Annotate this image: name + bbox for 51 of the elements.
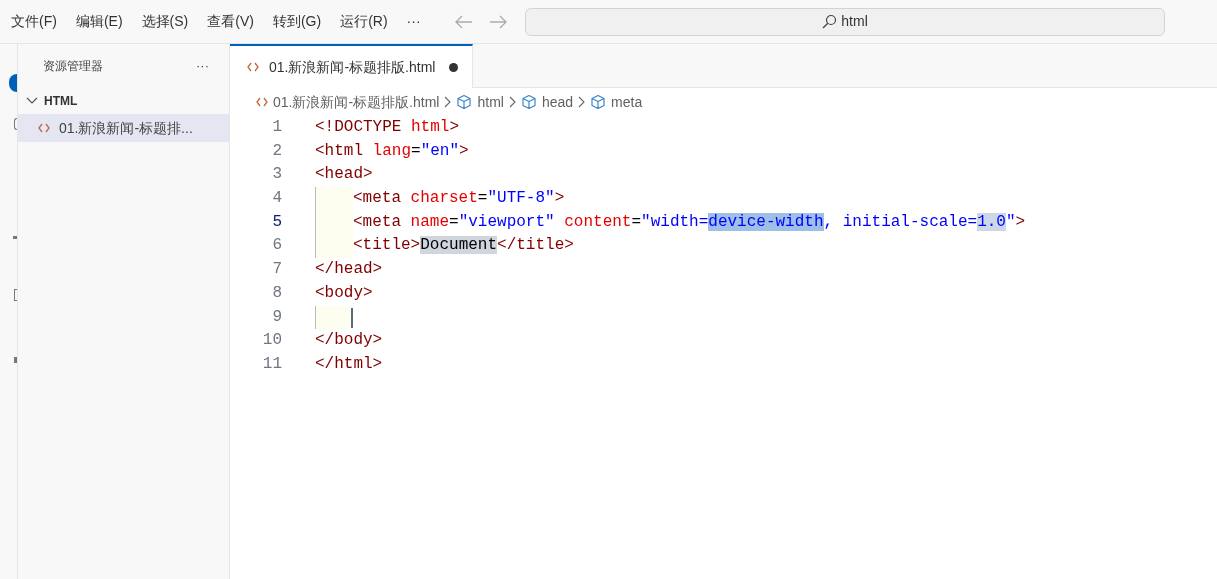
code-icon — [247, 62, 259, 72]
code-line: <meta charset="UTF-8"> — [353, 188, 565, 210]
menu-item[interactable]: ··· — [406, 11, 421, 32]
line-number: 7 — [271, 259, 282, 281]
line-number: 10 — [261, 330, 282, 352]
breadcrumb-item[interactable]: meta — [590, 91, 643, 113]
chevron-right-icon — [444, 96, 452, 108]
line-number: 3 — [271, 164, 282, 186]
menu-item[interactable]: 运行(R) — [340, 11, 388, 32]
code-line: <meta name="viewport" content="width=device-width, initial-scale=1.0"> — [353, 211, 1026, 233]
chevron-right-icon — [508, 96, 516, 108]
chevron-right-icon — [578, 96, 586, 108]
search-field[interactable]: html — [524, 7, 1165, 36]
code-line: <body> — [315, 282, 373, 304]
explorer-title: 资源管理器 — [43, 58, 103, 75]
chevron-down-icon — [26, 97, 38, 105]
code-line: </html> — [315, 353, 383, 375]
code-icon — [38, 123, 50, 133]
line-number: 1 — [271, 117, 282, 138]
cube-icon — [590, 94, 607, 110]
code-line: </head> — [315, 259, 383, 281]
code-line: <title>Document</title> — [353, 235, 574, 257]
breadcrumb-item[interactable]: 01.新浪新闻-标题排版.html — [256, 91, 440, 113]
back-arrow-icon[interactable] — [454, 14, 473, 29]
search-icon — [821, 13, 838, 30]
breadcrumb-item[interactable]: html — [456, 91, 504, 113]
folder-item[interactable]: HTML — [18, 88, 229, 114]
editor-tab[interactable]: 01.新浪新闻-标题排版.html — [230, 44, 474, 88]
forward-arrow-icon[interactable] — [488, 14, 507, 29]
menu-item[interactable]: 编辑(E) — [75, 11, 123, 32]
line-number: 9 — [271, 306, 282, 328]
code-line: <html lang="en"> — [315, 140, 469, 162]
menu-item[interactable]: 文件(F) — [11, 11, 57, 32]
file-item[interactable]: 01.新浪新闻-标题排... — [18, 114, 229, 142]
menu-item[interactable]: 选择(S) — [141, 11, 189, 32]
line-number: 6 — [271, 235, 282, 257]
menu-item[interactable]: 查看(V) — [207, 11, 254, 32]
line-number: 8 — [271, 282, 282, 304]
line-number: 5 — [271, 211, 282, 233]
code-line: <head> — [315, 164, 373, 186]
more-actions-button[interactable]: ··· — [196, 56, 209, 76]
cube-icon — [520, 94, 537, 110]
code-icon — [256, 97, 268, 107]
line-number: 11 — [261, 353, 282, 375]
cube-icon — [456, 94, 473, 110]
code-line: </body> — [315, 330, 383, 352]
code-line: <!DOCTYPE html> — [315, 117, 460, 138]
breadcrumb-item[interactable]: head — [520, 91, 574, 113]
line-number: 4 — [271, 188, 282, 210]
menu-item[interactable]: 转到(G) — [272, 11, 322, 32]
line-number: 2 — [271, 140, 282, 162]
